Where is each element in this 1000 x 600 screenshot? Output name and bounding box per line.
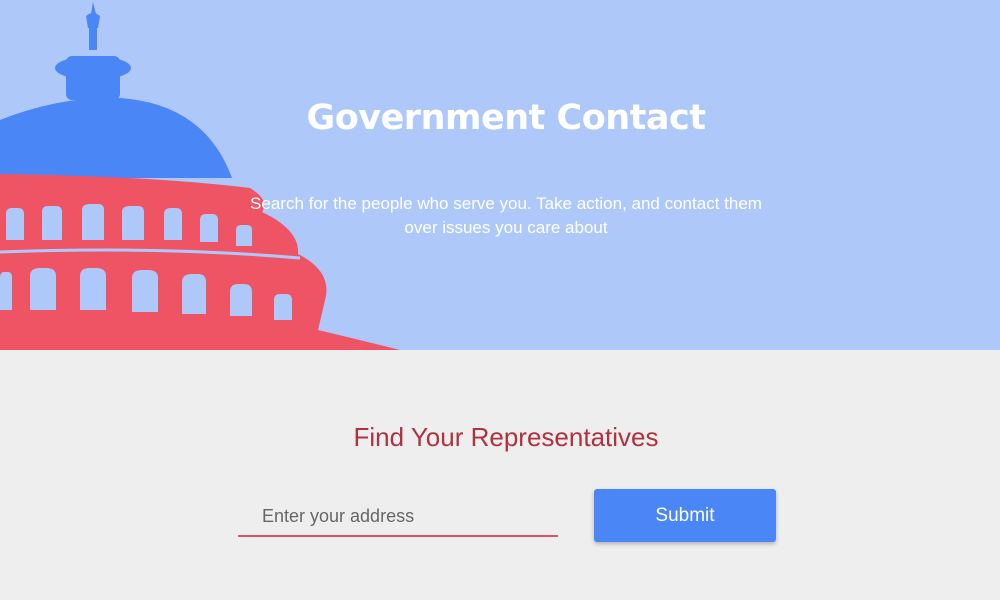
page-title: Government Contact [306,98,706,138]
address-field [238,497,558,537]
hero-banner: Government Contact Search for the people… [0,0,1000,350]
section-heading: Find Your Representatives [353,422,659,452]
submit-button[interactable]: Submit [594,489,776,542]
capitol-building-icon [0,2,400,350]
hero-subtitle: Search for the people who serve you. Tak… [250,194,762,237]
search-section [0,350,1000,600]
address-input[interactable] [238,497,558,535]
